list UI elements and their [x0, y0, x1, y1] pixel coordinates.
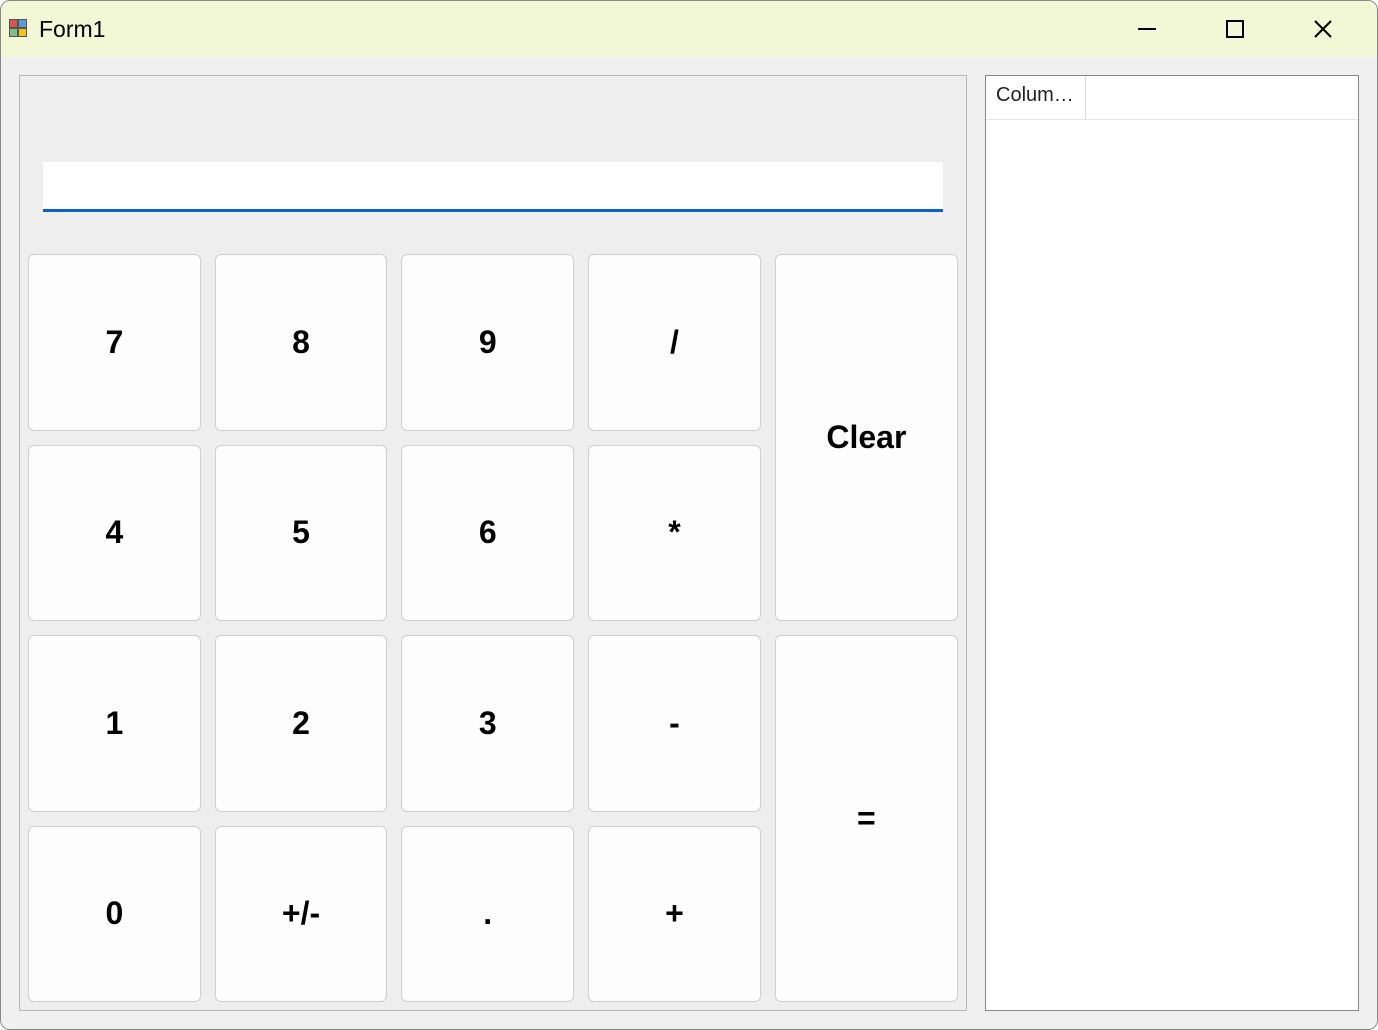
digit-2-button[interactable]: 2 [215, 635, 388, 812]
client-area: 7 8 9 / 4 5 6 * 1 2 3 - 0 +/- . + [1, 57, 1377, 1029]
window-controls [1123, 9, 1369, 49]
list-body[interactable] [986, 120, 1358, 1010]
column-header[interactable]: Column... [986, 76, 1086, 119]
digit-8-button[interactable]: 8 [215, 254, 388, 431]
digit-4-button[interactable]: 4 [28, 445, 201, 622]
decimal-button[interactable]: . [401, 826, 574, 1003]
divide-button[interactable]: / [588, 254, 761, 431]
titlebar: Form1 [1, 1, 1377, 57]
multiply-button[interactable]: * [588, 445, 761, 622]
maximize-button[interactable] [1211, 9, 1259, 49]
sign-toggle-button[interactable]: +/- [215, 826, 388, 1003]
clear-button[interactable]: Clear [775, 254, 958, 621]
digit-5-button[interactable]: 5 [215, 445, 388, 622]
digit-9-button[interactable]: 9 [401, 254, 574, 431]
display-input[interactable] [43, 162, 943, 212]
calculator-panel: 7 8 9 / 4 5 6 * 1 2 3 - 0 +/- . + [19, 75, 967, 1011]
digit-0-button[interactable]: 0 [28, 826, 201, 1003]
digit-1-button[interactable]: 1 [28, 635, 201, 812]
digit-6-button[interactable]: 6 [401, 445, 574, 622]
app-window: Form1 7 8 9 / [0, 0, 1378, 1030]
list-header: Column... [986, 76, 1358, 120]
digit-7-button[interactable]: 7 [28, 254, 201, 431]
history-list[interactable]: Column... [985, 75, 1359, 1011]
app-icon [9, 19, 29, 39]
minimize-button[interactable] [1123, 9, 1171, 49]
button-grid: 7 8 9 / 4 5 6 * 1 2 3 - 0 +/- . + [20, 246, 966, 1010]
display-area [20, 76, 966, 246]
digit-3-button[interactable]: 3 [401, 635, 574, 812]
equals-button[interactable]: = [775, 635, 958, 1002]
subtract-button[interactable]: - [588, 635, 761, 812]
window-title: Form1 [39, 16, 105, 43]
add-button[interactable]: + [588, 826, 761, 1003]
close-button[interactable] [1299, 9, 1347, 49]
